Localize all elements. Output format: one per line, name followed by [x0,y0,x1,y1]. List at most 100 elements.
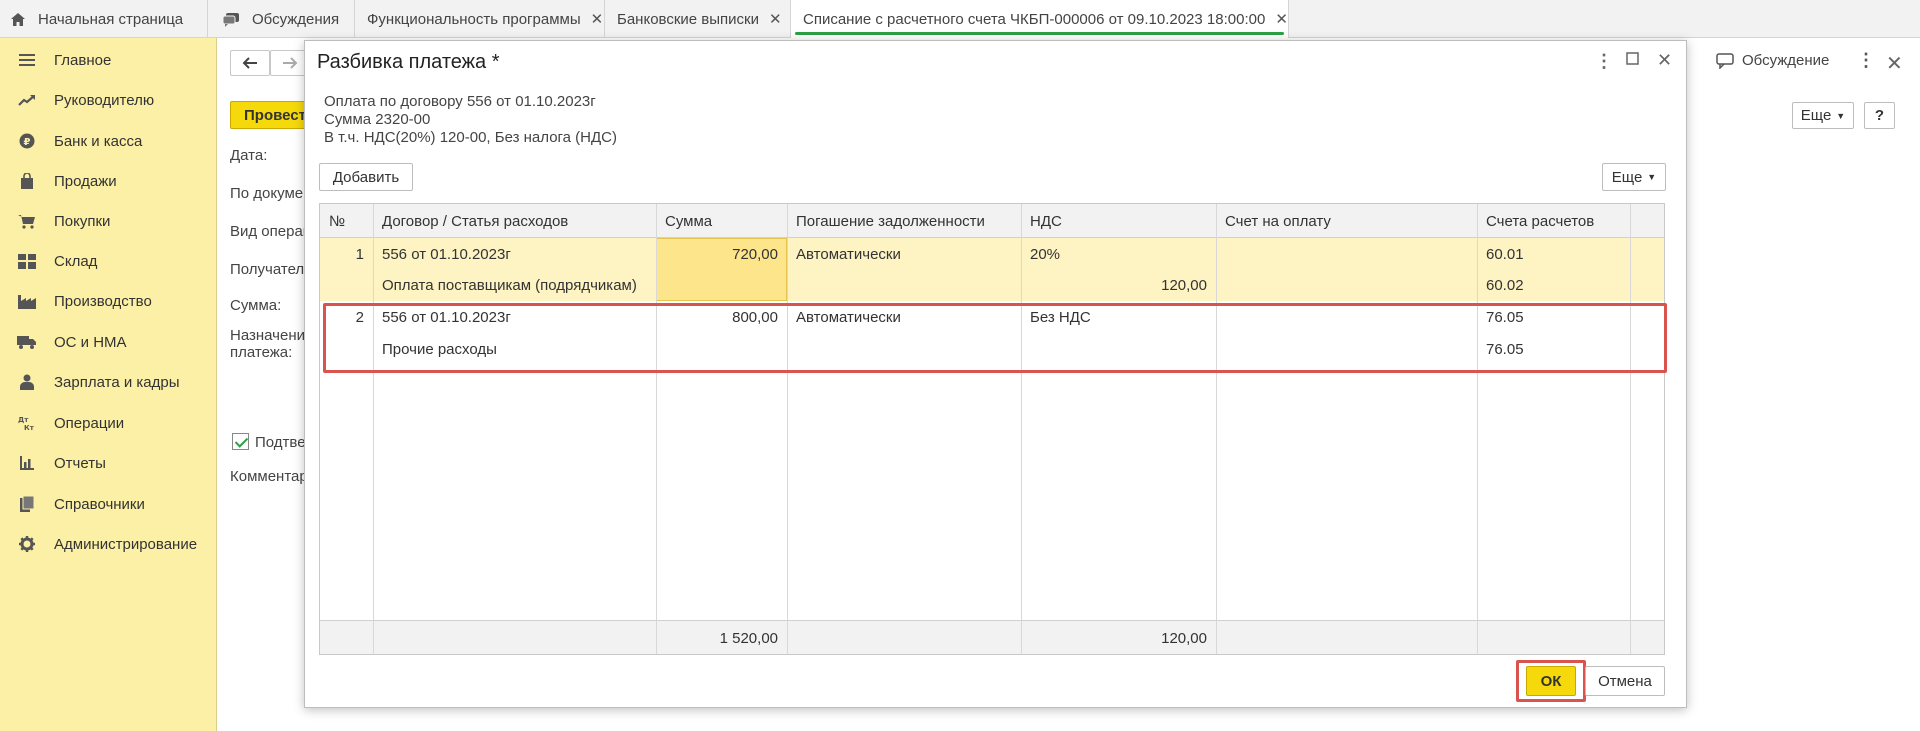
column-divider [656,204,657,654]
column-header-accounts[interactable]: Счета расчетов [1477,204,1630,238]
add-button[interactable]: Добавить [319,163,413,191]
by-document-label: По документу [230,185,305,202]
comment-label: Комментарий [230,468,305,485]
trend-icon [0,94,54,106]
truck-icon [0,335,54,349]
sum-cell[interactable]: 720,00 [656,238,787,270]
tab-label: Списание с расчетного счета ЧКБП-000006 … [803,10,1266,28]
ruble-coin-icon: ₽ [0,133,54,149]
svg-text:Дт: Дт [18,416,29,424]
chat-icon [1716,52,1734,69]
operation-type-label: Вид операции [230,223,305,240]
sidebar-item-production[interactable]: Производство [0,289,217,313]
row-number: 1 [355,245,364,263]
chat-icon [222,12,240,27]
post-button[interactable]: Провести [230,101,310,129]
sidebar-item-salary[interactable]: Зарплата и кадры [0,370,217,394]
tab-bank-statements[interactable]: Банковские выписки ✕ [605,0,791,38]
sidebar-item-reports[interactable]: Отчеты [0,451,217,475]
dt-kt-icon: Дт Кт [0,415,54,431]
highlight-frame-row-2 [323,303,1667,373]
column-header-num[interactable]: № [320,204,373,238]
date-label: Дата: [230,147,268,164]
amount-label: Сумма: [230,297,282,314]
tab-label: Начальная страница [38,10,184,28]
books-icon [0,496,54,512]
close-icon[interactable]: ✕ [769,10,782,28]
gear-icon [0,536,54,552]
contract-cell[interactable]: 556 от 01.10.2023г [373,238,656,270]
repayment-cell[interactable]: Автоматически [787,238,1021,270]
sidebar-item-operations[interactable]: Дт Кт Операции [0,411,217,435]
arrow-left-icon [242,57,257,69]
sidebar-item-warehouse[interactable]: Склад [0,249,217,273]
cancel-button[interactable]: Отмена [1585,666,1665,696]
back-button[interactable] [230,50,270,76]
payment-split-dialog: Разбивка платежа * ⋮ ✕ Оплата по договор… [304,40,1687,708]
sidebar: Главное Руководителю ₽ Банк и касса Прод… [0,38,217,731]
tab-discussions[interactable]: Обсуждения [208,0,355,38]
sidebar-item-manager[interactable]: Руководителю [0,88,217,112]
sidebar-item-sales[interactable]: Продажи [0,169,217,193]
sidebar-item-administration[interactable]: Администрирование [0,532,217,556]
discussion-button[interactable]: Обсуждение [1716,52,1829,69]
sidebar-item-catalogs[interactable]: Справочники [0,492,217,516]
sidebar-item-purchases[interactable]: Покупки [0,209,217,233]
caret-down-icon: ▼ [1647,172,1657,182]
info-contract: Оплата по договору 556 от 01.10.2023г [324,93,596,110]
factory-icon [0,293,54,309]
column-divider [1630,204,1631,654]
warehouse-icon [0,253,54,269]
tab-writeoff-document[interactable]: Списание с расчетного счета ЧКБП-000006 … [791,0,1289,38]
svg-text:Кт: Кт [24,424,35,431]
caret-down-icon: ▼ [1836,110,1846,121]
table-footer [320,620,1664,654]
tab-functionality[interactable]: Функциональность программы ✕ [355,0,605,38]
column-header-contract[interactable]: Договор / Статья расходов [373,204,656,238]
maximize-icon[interactable] [1626,52,1639,70]
close-icon[interactable]: ✕ [1657,50,1672,71]
total-sum: 1 520,00 [719,629,778,647]
sidebar-item-fixed-assets[interactable]: ОС и НМА [0,330,217,354]
expense-article-cell[interactable]: Оплата поставщикам (подрядчикам) [373,270,656,301]
menu-lines-icon [0,53,54,67]
column-header-vat[interactable]: НДС [1021,204,1216,238]
tab-label: Функциональность программы [367,10,581,28]
more-button[interactable]: Еще ▼ [1792,102,1854,129]
column-header-repayment[interactable]: Погашение задолженности [787,204,1021,238]
purpose-label-2: платежа: [230,344,293,361]
tab-bar: Начальная страница Обсуждения Функционал… [0,0,1920,38]
history-nav [230,50,310,76]
more-button[interactable]: Еще ▼ [1602,163,1666,191]
column-divider [1216,204,1217,654]
svg-text:₽: ₽ [24,137,31,148]
more-vertical-icon[interactable]: ⋮ [1857,50,1875,71]
tab-label: Банковские выписки [617,10,759,28]
confirmed-checkbox[interactable] [232,433,249,450]
tab-home[interactable]: Начальная страница [0,0,208,38]
account-cell[interactable]: 60.02 [1477,270,1630,301]
shopping-bag-icon [0,173,54,189]
column-header-invoice[interactable]: Счет на оплату [1216,204,1477,238]
info-vat: В т.ч. НДС(20%) 120-00, Без налога (НДС) [324,129,617,146]
tab-label: Обсуждения [252,10,340,28]
account-cell[interactable]: 60.01 [1477,238,1630,270]
column-header-sum[interactable]: Сумма [656,204,787,238]
cart-icon [0,214,54,229]
close-icon[interactable]: ✕ [591,10,604,28]
close-icon[interactable]: ✕ [1275,10,1288,28]
recipient-label: Получатель [230,261,305,278]
help-button[interactable]: ? [1864,102,1895,129]
vat-sum-cell[interactable]: 120,00 [1021,270,1216,301]
sidebar-item-main[interactable]: Главное [0,48,217,72]
split-table: № Договор / Статья расходов Сумма Погаше… [319,203,1665,655]
confirmed-label: Подтверждено [255,434,305,451]
info-sum: Сумма 2320-00 [324,111,431,128]
total-vat: 120,00 [1161,629,1207,647]
highlight-frame-ok [1516,660,1586,702]
sidebar-item-bank[interactable]: ₽ Банк и касса [0,129,217,153]
bar-chart-icon [0,456,54,470]
close-form-icon[interactable]: ✕ [1886,51,1903,76]
vat-rate-cell[interactable]: 20% [1021,238,1216,270]
more-vertical-icon[interactable]: ⋮ [1595,51,1613,72]
